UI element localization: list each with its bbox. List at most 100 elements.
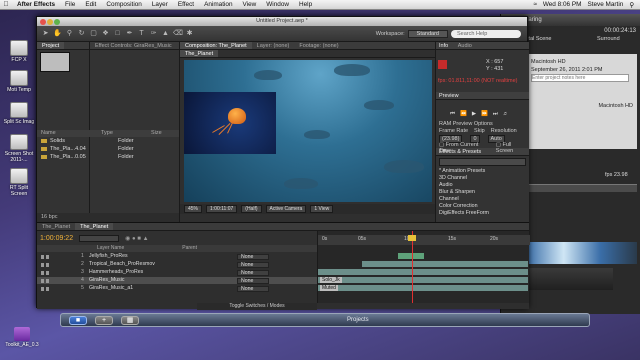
menu-effect[interactable]: Effect [173, 1, 199, 8]
fcp-timeline-bar[interactable] [527, 184, 637, 192]
toggle-switches-modes[interactable]: Toggle Switches / Modes [197, 303, 317, 310]
timeline-track-area[interactable]: 0s 05s 10s 15s 20s Solo_Jk Muted [317, 231, 530, 303]
composition-viewer[interactable] [184, 60, 432, 202]
resolution-select[interactable]: (Half) [241, 205, 262, 213]
fcp-clip-filmstrip-2[interactable] [525, 268, 613, 290]
cti-handle[interactable] [408, 235, 416, 241]
menu-animation[interactable]: Animation [199, 1, 237, 8]
parent-select[interactable]: None [237, 253, 269, 260]
col-name[interactable]: Name [41, 130, 101, 137]
fcp-notes-input[interactable] [531, 74, 629, 82]
text-tool-icon[interactable]: T [137, 29, 146, 38]
menu-view[interactable]: View [238, 1, 262, 8]
col-type[interactable]: Type [101, 130, 151, 137]
zoom-tool-icon[interactable]: ⚲ [65, 29, 74, 38]
desktop-icon-toolkit[interactable]: Toolkit_AE_0.3 [4, 327, 40, 348]
layer-bar-hammerheads[interactable] [318, 269, 528, 275]
menu-window[interactable]: Window [261, 1, 294, 8]
current-time-display[interactable]: 1:00:11:07 [206, 205, 238, 213]
current-time-indicator[interactable] [412, 231, 413, 303]
tab-effect-controls[interactable]: Effect Controls: GiraRes_Music [90, 42, 177, 49]
brush-tool-icon[interactable]: ✑ [149, 29, 158, 38]
first-frame-icon[interactable]: ⏮ [450, 111, 455, 118]
effects-search-input[interactable] [439, 158, 526, 166]
jellyfish-layer[interactable] [184, 92, 276, 154]
project-library-button[interactable]: ▦ [121, 315, 139, 325]
minimize-icon[interactable] [47, 19, 53, 25]
effects-category[interactable]: Blur & Sharpen [439, 189, 529, 196]
project-item[interactable]: Solids Folder [37, 137, 179, 145]
timeline-switches-icon[interactable]: ◉ ● ■ ▲ [125, 235, 148, 242]
bpc-button[interactable]: 16 bpc [41, 214, 58, 220]
project-item[interactable]: The_Pla...4.04 Folder [37, 145, 179, 153]
menubar-clock[interactable]: Wed 8:06 PM [543, 1, 582, 9]
parent-select[interactable]: None [237, 285, 269, 292]
event-library-button[interactable]: ■ [69, 315, 87, 325]
from-current-time-checkbox[interactable]: ▢ From Current Time [439, 142, 490, 154]
menu-file[interactable]: File [60, 1, 80, 8]
timeline-search-input[interactable] [79, 234, 120, 242]
pan-tool-icon[interactable]: ❖ [101, 29, 110, 38]
parent-select[interactable]: None [237, 269, 269, 276]
menubar-user[interactable]: Steve Martin [587, 1, 623, 9]
workspace-select[interactable]: Standard [407, 29, 448, 38]
tab-project[interactable]: Project [37, 42, 65, 49]
timeline-timecode[interactable]: 1:00:09:22 [40, 235, 73, 242]
zoom-select[interactable]: 45% [184, 205, 203, 213]
tab-timeline-1[interactable]: The_Planet [37, 223, 75, 230]
close-icon[interactable] [40, 19, 46, 25]
layer-bar-beach[interactable] [362, 261, 528, 267]
tab-layer[interactable]: Layer: (none) [252, 42, 295, 49]
desktop-icon-screenshot[interactable]: Screen Shot 2011-... [2, 134, 36, 163]
camera-select[interactable]: Active Camera [265, 205, 307, 213]
camera-tool-icon[interactable]: ▢ [89, 29, 98, 38]
menu-edit[interactable]: Edit [80, 1, 101, 8]
parent-select[interactable]: None [237, 277, 269, 284]
layer-bar-jellyfish[interactable] [398, 253, 424, 259]
layer-bar-music[interactable] [318, 277, 528, 283]
menu-composition[interactable]: Composition [101, 1, 147, 8]
mask-tool-icon[interactable]: □ [113, 29, 122, 38]
desktop-icon-rtsplit[interactable]: RT Split Screen [2, 168, 36, 197]
ram-preview-options[interactable]: RAM Preview Options [439, 121, 493, 127]
time-ruler[interactable]: 0s 05s 10s 15s 20s [318, 235, 530, 245]
apple-icon[interactable]:  [0, 1, 12, 8]
tab-timeline-2[interactable]: The_Planet [75, 223, 114, 230]
ae-title-bar[interactable]: Untitled Project.aep * [37, 17, 527, 26]
pen-tool-icon[interactable]: ✒ [125, 29, 134, 38]
project-item[interactable]: The_Pla...0.05 Folder [37, 153, 179, 161]
effects-category[interactable]: Channel [439, 196, 529, 203]
audio-icon[interactable]: ♬ [503, 111, 509, 118]
tab-audio[interactable]: Audio [458, 43, 472, 49]
view-layout-select[interactable]: 1 View [310, 205, 334, 213]
layer-row[interactable]: 2 Tropical_Beach_ProResmov None [37, 261, 317, 268]
stamp-tool-icon[interactable]: ▲ [161, 29, 170, 38]
rotate-tool-icon[interactable]: ↻ [77, 29, 86, 38]
next-frame-icon[interactable]: ⏩ [481, 111, 488, 118]
full-screen-checkbox[interactable]: ▢ Full Screen [496, 142, 529, 154]
menu-help[interactable]: Help [294, 1, 317, 8]
eraser-tool-icon[interactable]: ⌫ [173, 29, 183, 38]
menu-app-name[interactable]: After Effects [12, 1, 60, 8]
col-size[interactable]: Size [151, 130, 162, 137]
effects-category[interactable]: * Animation Presets [439, 168, 529, 175]
selection-tool-icon[interactable]: ➤ [41, 29, 50, 38]
tab-comp-the-planet[interactable]: The_Planet [180, 50, 219, 57]
wifi-icon[interactable]: ≈ [533, 1, 537, 9]
menu-layer[interactable]: Layer [147, 1, 173, 8]
layer-row[interactable]: 5 GiraRes_Music_a1 None [37, 285, 317, 292]
add-button[interactable]: + [95, 315, 113, 325]
prev-frame-icon[interactable]: ⏪ [460, 111, 467, 118]
layer-row[interactable]: 3 Hammerheads_ProRes None [37, 269, 317, 276]
tab-info[interactable]: Info [439, 43, 448, 49]
hand-tool-icon[interactable]: ✋ [53, 29, 62, 38]
preview-panel-title[interactable]: Preview [436, 92, 529, 100]
effects-category[interactable]: Color Correction [439, 203, 529, 210]
effects-category[interactable]: DigiEffects FreeForm [439, 210, 529, 217]
effects-category[interactable]: Audio [439, 182, 529, 189]
zoom-icon[interactable] [54, 19, 60, 25]
tab-footage[interactable]: Footage: (none) [294, 42, 343, 49]
fcp-clip-filmstrip[interactable] [527, 242, 637, 264]
puppet-tool-icon[interactable]: ✱ [185, 29, 194, 38]
tab-composition[interactable]: Composition: The_Planet [180, 42, 252, 49]
